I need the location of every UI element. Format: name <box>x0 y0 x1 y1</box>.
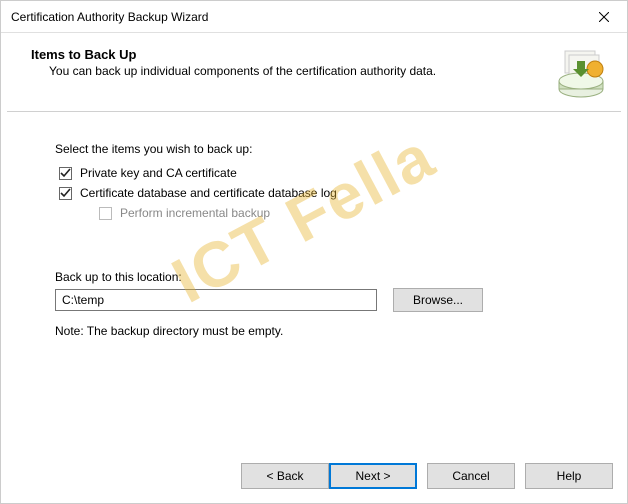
help-button[interactable]: Help <box>525 463 613 489</box>
checkbox-database[interactable] <box>59 187 72 200</box>
location-input[interactable] <box>55 289 377 311</box>
wizard-header: Items to Back Up You can back up individ… <box>1 33 627 107</box>
close-icon <box>599 12 609 22</box>
browse-button[interactable]: Browse... <box>393 288 483 312</box>
location-label: Back up to this location: <box>55 270 573 284</box>
header-text: Items to Back Up You can back up individ… <box>31 47 545 78</box>
checkmark-icon <box>60 188 71 199</box>
page-subtitle: You can back up individual components of… <box>49 64 545 78</box>
checkmark-icon <box>60 168 71 179</box>
checkbox-label-private-key: Private key and CA certificate <box>80 166 237 180</box>
select-items-label: Select the items you wish to back up: <box>55 142 573 156</box>
note-text: Note: The backup directory must be empty… <box>55 324 573 338</box>
location-row: Browse... <box>55 288 573 312</box>
close-button[interactable] <box>581 1 627 33</box>
checkbox-label-incremental: Perform incremental backup <box>120 206 270 220</box>
checkbox-incremental <box>99 207 112 220</box>
cancel-button[interactable]: Cancel <box>427 463 515 489</box>
backup-wizard-icon <box>555 47 607 99</box>
checkbox-private-key[interactable] <box>59 167 72 180</box>
checkbox-row-incremental: Perform incremental backup <box>99 206 573 220</box>
checkbox-row-database: Certificate database and certificate dat… <box>59 186 573 200</box>
next-button[interactable]: Next > <box>329 463 417 489</box>
wizard-content: Select the items you wish to back up: Pr… <box>1 112 627 348</box>
wizard-button-bar: < Back Next > Cancel Help <box>241 463 613 489</box>
page-title: Items to Back Up <box>31 47 545 62</box>
titlebar: Certification Authority Backup Wizard <box>1 1 627 33</box>
back-button[interactable]: < Back <box>241 463 329 489</box>
window-title: Certification Authority Backup Wizard <box>11 10 208 24</box>
checkbox-label-database: Certificate database and certificate dat… <box>80 186 337 200</box>
checkbox-row-private-key: Private key and CA certificate <box>59 166 573 180</box>
